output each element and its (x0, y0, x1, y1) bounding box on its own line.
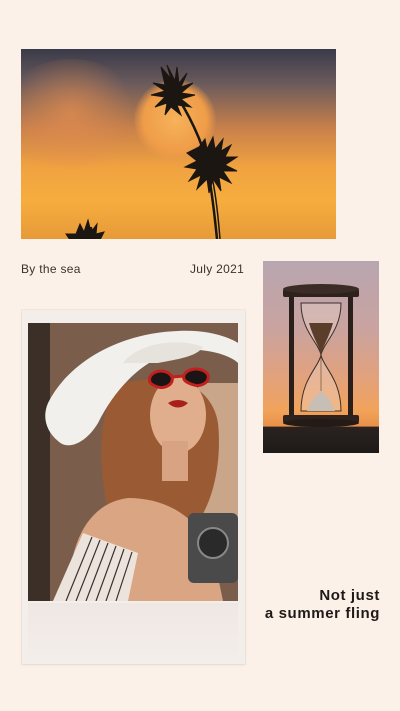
tagline-line-1: Not just (319, 587, 380, 604)
sunset-flower-photo (21, 49, 336, 239)
location-caption: By the sea (21, 262, 81, 276)
hourglass (283, 284, 359, 427)
woman-in-hat-photo (28, 323, 238, 601)
hourglass-photo (263, 261, 379, 453)
polaroid-bottom-strip (28, 603, 238, 655)
polaroid-frame (22, 310, 245, 664)
tagline: Not just a summer fling (265, 587, 380, 623)
dried-flower-silhouette (65, 64, 239, 239)
date-caption: July 2021 (190, 262, 245, 276)
woman-illustration (28, 323, 238, 601)
story-page: By the sea July 2021 Not just a summer f… (0, 0, 400, 711)
tagline-line-2: a summer fling (264, 605, 380, 622)
